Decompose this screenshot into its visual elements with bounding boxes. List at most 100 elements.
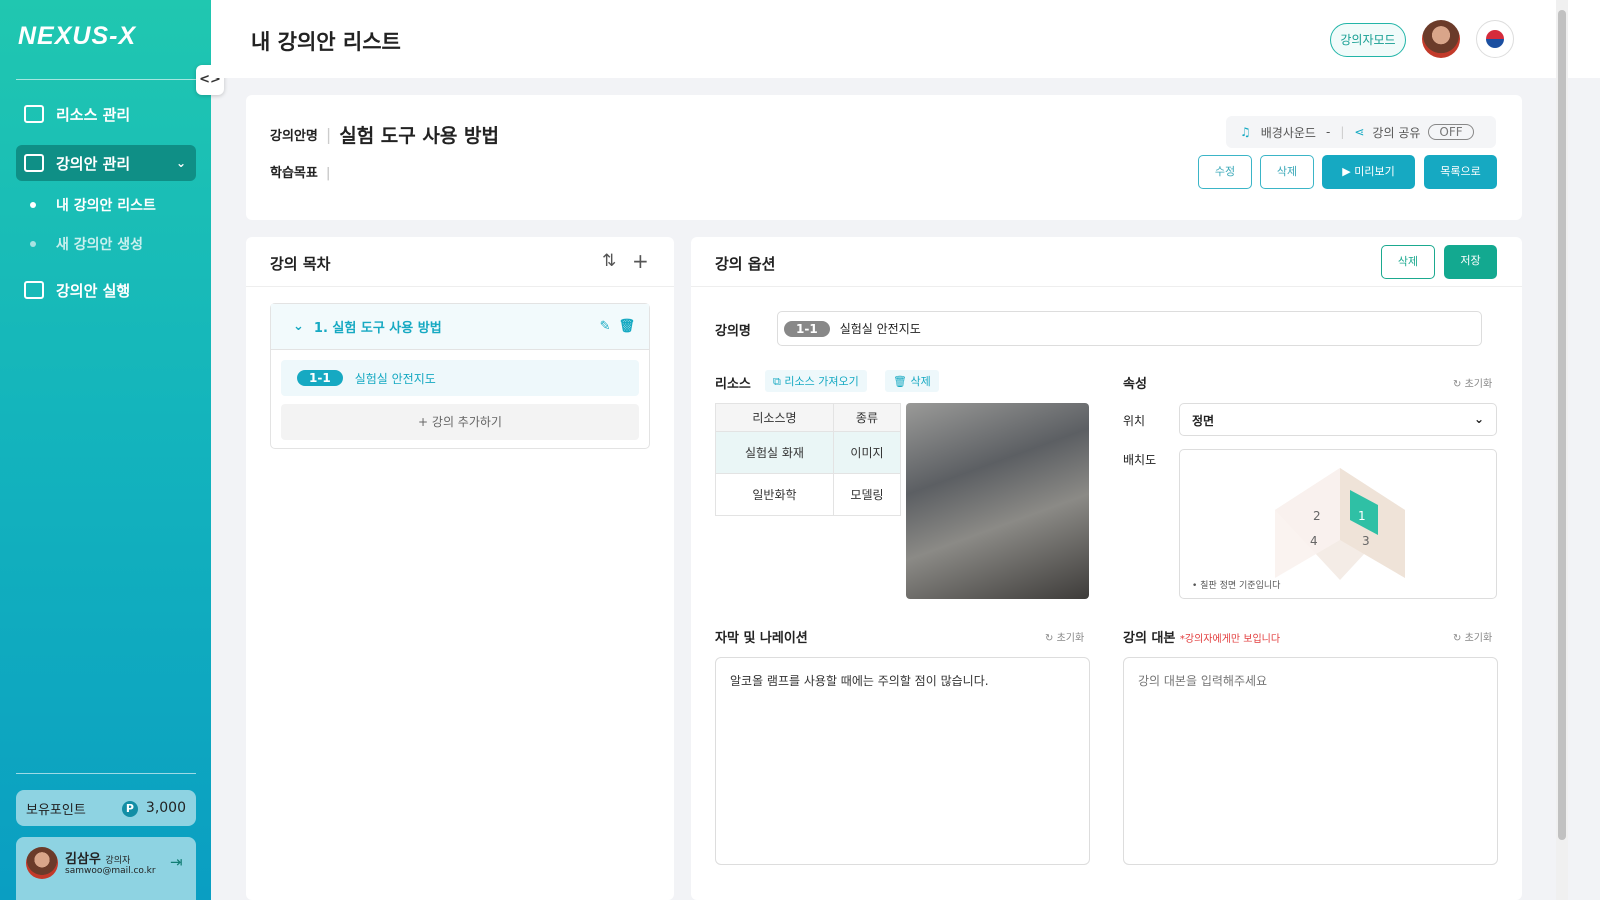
- share-label: 강의 공유: [1372, 125, 1421, 140]
- play-icon: [24, 281, 44, 299]
- edit-button[interactable]: 수정: [1198, 155, 1252, 189]
- value: 정면: [1192, 414, 1215, 428]
- chevron-down-icon: ⌄: [1473, 412, 1484, 426]
- save-button[interactable]: 저장: [1444, 245, 1497, 279]
- points-label: 보유포인트: [26, 802, 86, 818]
- chevron-down-icon: ⌄: [293, 319, 304, 334]
- label: 삭제: [910, 375, 931, 388]
- import-resource-button[interactable]: ⧉ 리소스 가져오기: [765, 370, 867, 392]
- label: 초기화: [1464, 379, 1493, 390]
- resource-label: 리소스: [715, 377, 751, 392]
- caption-label: 자막 및 나레이션: [715, 631, 808, 646]
- sidebar-item-lessons[interactable]: 강의안 관리 ⌄: [16, 145, 196, 181]
- lesson-item[interactable]: 1-1 실험실 안전지도: [281, 360, 639, 396]
- lesson-name-label: 강의명: [715, 324, 751, 339]
- toc-title: 강의 목차: [270, 255, 331, 273]
- label: 초기화: [1464, 633, 1493, 644]
- script-textarea[interactable]: [1123, 657, 1498, 865]
- resource-preview-image: [906, 403, 1089, 599]
- label: 새 강의안 생성: [56, 237, 144, 253]
- layout-label: 배치도: [1123, 453, 1157, 467]
- plus-icon: +: [418, 415, 432, 429]
- sidebar-sub-my-list[interactable]: 내 강의안 리스트: [30, 195, 156, 215]
- share-icon: ⋖: [1354, 125, 1365, 139]
- zone-label: 2: [1313, 509, 1321, 523]
- logout-icon[interactable]: ⇥: [170, 853, 183, 871]
- add-lesson-button[interactable]: + 강의 추가하기: [281, 404, 639, 440]
- zone-label: 3: [1362, 534, 1370, 548]
- zone-label: 1: [1358, 509, 1366, 523]
- user-role: 강의자: [105, 856, 131, 866]
- language-flag-icon[interactable]: [1476, 20, 1514, 58]
- folder-icon: [24, 105, 44, 123]
- reset-button[interactable]: ↻ 초기화: [1045, 629, 1084, 644]
- options-panel: 강의 옵션 삭제 저장 강의명 1-1 실험실 안전지도 리소스 ⧉ 리소스 가져…: [691, 237, 1522, 900]
- attributes-label: 속성: [1123, 377, 1147, 392]
- layout-diagram: 1 2 3 4 • 칠판 정면 기준입니다: [1179, 449, 1497, 599]
- position-select[interactable]: 정면 ⌄: [1179, 403, 1497, 436]
- table-row[interactable]: 실험실 화재 이미지: [715, 431, 902, 474]
- chapter-row[interactable]: ⌄ 1. 실험 도구 사용 방법 ✎ 🗑: [271, 304, 649, 350]
- layout-note: • 칠판 정면 기준입니다: [1192, 581, 1281, 591]
- sidebar-sub-new[interactable]: 새 강의안 생성: [30, 234, 143, 254]
- label: 리소스 가져오기: [784, 375, 859, 388]
- col-header: 종류: [832, 403, 902, 432]
- lesson-info-card: 강의안명 | 실험 도구 사용 방법 학습목표 | ♫ 배경사운드 - | ⋖ 강의 공유 OFF…: [246, 95, 1522, 220]
- share-toggle[interactable]: OFF: [1428, 124, 1474, 140]
- sidebar-item-resources[interactable]: 리소스 관리: [16, 96, 196, 132]
- delete-button[interactable]: 삭제: [1260, 155, 1314, 189]
- label: 미리보기: [1354, 165, 1395, 178]
- trash-icon: 🗑: [893, 375, 911, 388]
- instructor-mode-button[interactable]: 강의자모드: [1330, 23, 1406, 57]
- points-icon: P: [121, 800, 138, 817]
- value: 실험실 안전지도: [839, 322, 921, 336]
- preview-button[interactable]: ▶ 미리보기: [1322, 155, 1415, 189]
- label: 강의 추가하기: [431, 415, 502, 429]
- badge: 1-1: [784, 320, 830, 337]
- book-icon: [24, 154, 44, 172]
- chapter-title: 1. 실험 도구 사용 방법: [313, 321, 442, 336]
- back-to-list-button[interactable]: 목록으로: [1424, 155, 1497, 189]
- reset-button[interactable]: ↻ 초기화: [1453, 375, 1492, 390]
- user-name: 김삼우: [65, 852, 101, 867]
- bg-sound-value: -: [1325, 125, 1331, 139]
- label: 리소스 관리: [56, 105, 131, 124]
- sidebar-item-run[interactable]: 강의안 실행: [16, 272, 196, 308]
- avatar: [26, 847, 58, 879]
- add-icon[interactable]: +: [632, 249, 649, 273]
- page-title: 내 강의안 리스트: [251, 30, 401, 54]
- chevron-down-icon: ⌄: [175, 156, 186, 170]
- zone-label: 4: [1310, 534, 1318, 548]
- table-row[interactable]: 일반화학 모델링: [715, 473, 902, 516]
- lesson-badge: 1-1: [297, 370, 343, 386]
- music-icon: ♫: [1240, 125, 1251, 139]
- label: 초기화: [1056, 633, 1085, 644]
- caption-textarea[interactable]: 알코올 램프를 사용할 때에는 주의할 점이 많습니다.: [715, 657, 1090, 865]
- delete-button[interactable]: 삭제: [1381, 245, 1435, 279]
- points-box: 보유포인트 P 3,000: [16, 790, 196, 826]
- avatar[interactable]: [1422, 20, 1460, 58]
- points-value: 3,000: [145, 799, 186, 816]
- delete-resource-button[interactable]: 🗑 삭제: [885, 370, 939, 392]
- scrollbar[interactable]: [1556, 0, 1568, 900]
- reset-button[interactable]: ↻ 초기화: [1453, 629, 1492, 644]
- logo: NEXUS-X: [18, 22, 137, 50]
- sidebar: NEXUS-X 리소스 관리 강의안 관리 ⌄ 내 강의안 리스트 새 강의안 생…: [0, 0, 211, 900]
- user-card: 김삼우 강의자 samwoo@mail.co.kr ⇥: [16, 837, 196, 900]
- user-email: samwoo@mail.co.kr: [65, 866, 156, 876]
- script-note: *강의자에게만 보입니다: [1179, 634, 1281, 645]
- toc-panel: 강의 목차 ⇅ + ⌄ 1. 실험 도구 사용 방법 ✎ 🗑 1-1 실험실 안전지도 …: [246, 237, 674, 900]
- trash-icon[interactable]: 🗑: [618, 319, 635, 334]
- header: 내 강의안 리스트 강의자모드: [211, 0, 1600, 78]
- resource-table: 리소스명 종류 실험실 화재 이미지 일반화학 모델링: [715, 403, 902, 516]
- play-icon: ▶: [1342, 165, 1355, 178]
- goal-label: 학습목표: [270, 166, 318, 181]
- divider: [16, 773, 196, 774]
- script-label: 강의 대본: [1123, 631, 1176, 646]
- label: 강의안 관리: [56, 154, 131, 173]
- sort-icon[interactable]: ⇅: [602, 251, 616, 271]
- edit-icon[interactable]: ✎: [600, 319, 611, 334]
- lesson-name-input[interactable]: 1-1 실험실 안전지도: [777, 311, 1482, 346]
- label: 내 강의안 리스트: [56, 198, 156, 214]
- cell: 모델링: [832, 473, 902, 516]
